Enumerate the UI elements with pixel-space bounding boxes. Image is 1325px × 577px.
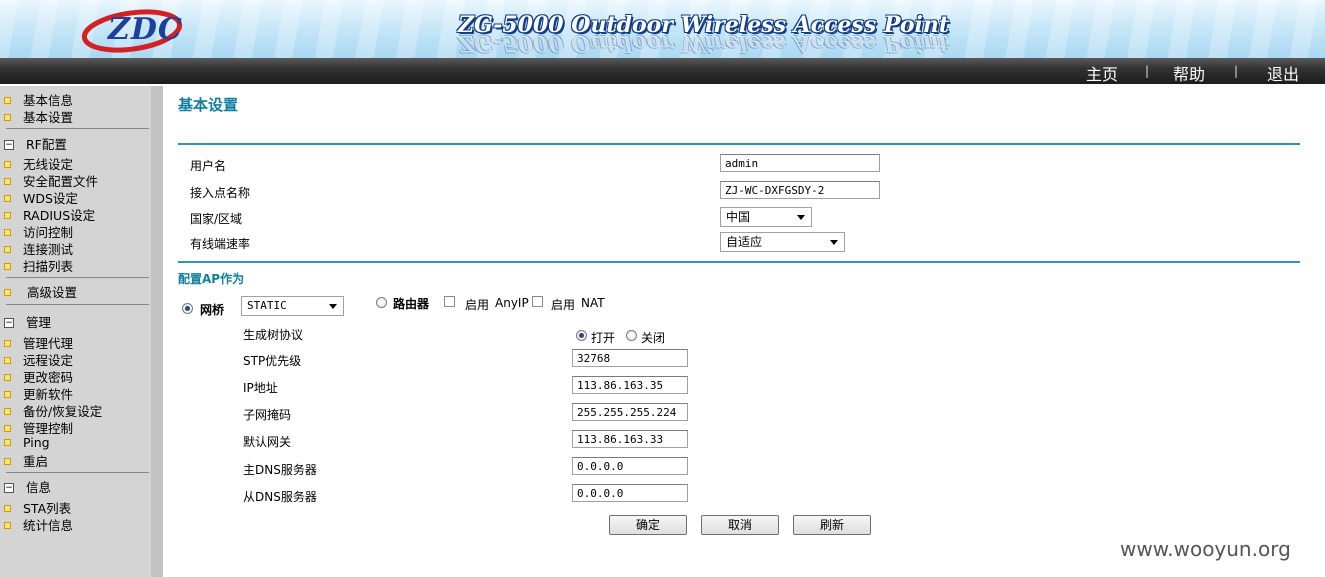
stp-off-radio[interactable] — [626, 330, 637, 341]
sidebar-item-scan-list[interactable]: 扫描列表 — [4, 256, 73, 275]
gateway-label: 默认网关 — [243, 435, 292, 449]
bullet-icon — [4, 289, 11, 296]
collapse-icon: − — [4, 317, 14, 328]
sidebar-divider — [6, 128, 149, 129]
bullet-icon — [4, 391, 11, 398]
ap-name-input[interactable]: ZJ-WC-DXFGSDY-2 — [720, 181, 880, 199]
country-select[interactable]: 中国 — [720, 207, 812, 227]
bullet-icon — [4, 505, 11, 512]
wired-rate-select[interactable]: 自适应 — [720, 232, 845, 252]
nat-label: NAT — [581, 296, 605, 310]
router-label: 路由器 — [393, 297, 430, 311]
section-divider — [178, 143, 1300, 145]
enable-label: 启用 — [465, 298, 490, 312]
header-banner: ZDC ZG-5000 Outdoor Wireless Access Poin… — [0, 0, 1325, 58]
enable-label: 启用 — [551, 298, 576, 312]
country-label: 国家/区域 — [190, 212, 243, 226]
username-label: 用户名 — [190, 159, 227, 173]
chevron-down-icon — [797, 215, 805, 220]
anyip-label: AnyIP — [495, 296, 529, 310]
ip-input[interactable]: 113.86.163.35 — [572, 376, 688, 394]
chevron-down-icon — [329, 304, 337, 309]
bullet-icon — [4, 263, 11, 270]
zdc-logo: ZDC — [80, 5, 200, 53]
sidebar-divider — [6, 277, 149, 278]
bullet-icon — [4, 408, 11, 415]
bridge-label: 网桥 — [200, 303, 225, 317]
bullet-icon — [4, 357, 11, 364]
nav-separator: | — [1145, 64, 1150, 78]
bridge-radio[interactable] — [182, 303, 193, 314]
stp-priority-label: STP优先级 — [243, 354, 302, 368]
sidebar-group-rf[interactable]: − RF配置 — [4, 134, 67, 153]
logo-text: ZDC — [108, 12, 183, 47]
gateway-input[interactable]: 113.86.163.33 — [572, 430, 688, 448]
anyip-checkbox[interactable] — [444, 296, 455, 307]
sidebar-divider — [6, 472, 149, 473]
refresh-button[interactable]: 刷新 — [793, 515, 871, 535]
nat-checkbox[interactable] — [532, 296, 543, 307]
bullet-icon — [4, 195, 11, 202]
collapse-icon: − — [4, 482, 14, 493]
dns1-label: 主DNS服务器 — [243, 463, 317, 477]
bullet-icon — [4, 114, 11, 121]
nav-home-link[interactable]: 主页 — [1086, 61, 1118, 85]
bullet-icon — [4, 425, 11, 432]
stp-on-radio[interactable] — [576, 330, 587, 341]
chevron-down-icon — [830, 240, 838, 245]
page-title: 基本设置 — [178, 96, 239, 114]
sidebar-group-manage[interactable]: − 管理 — [4, 312, 51, 331]
nav-logout-link[interactable]: 退出 — [1267, 61, 1299, 85]
bullet-icon — [4, 246, 11, 253]
bridge-mode-select[interactable]: STATIC — [241, 296, 344, 316]
stp-off-label: 关闭 — [641, 331, 666, 345]
sidebar-item-ping[interactable]: Ping — [4, 435, 50, 450]
stp-priority-input[interactable]: 32768 — [572, 349, 688, 367]
bullet-icon — [4, 522, 11, 529]
product-title-reflection: ZG-5000 Outdoor Wireless Access Point — [458, 30, 950, 56]
dns1-input[interactable]: 0.0.0.0 — [572, 457, 688, 475]
ip-label: IP地址 — [243, 381, 278, 395]
bullet-icon — [4, 374, 11, 381]
mask-label: 子网掩码 — [243, 408, 292, 422]
sidebar: 基本信息 基本设置 − RF配置 无线设定 安全配置文件 WDS设定 RADIUS… — [0, 86, 163, 577]
sidebar-item-reboot[interactable]: 重启 — [4, 451, 48, 470]
sidebar-divider — [6, 304, 149, 305]
bullet-icon — [4, 178, 11, 185]
collapse-icon: − — [4, 139, 14, 150]
stp-label: 生成树协议 — [243, 328, 304, 342]
cancel-button[interactable]: 取消 — [701, 515, 779, 535]
wired-rate-label: 有线端速率 — [190, 237, 251, 251]
section-divider — [178, 261, 1300, 263]
mask-input[interactable]: 255.255.255.224 — [572, 403, 688, 421]
sidebar-scroll-strip — [151, 86, 163, 577]
sidebar-item-statistics[interactable]: 统计信息 — [4, 515, 73, 534]
nav-help-link[interactable]: 帮助 — [1173, 61, 1205, 85]
bullet-icon — [4, 97, 11, 104]
top-navbar: 主页 | 帮助 | 退出 — [0, 58, 1325, 84]
bullet-icon — [4, 161, 11, 168]
username-input[interactable]: admin — [720, 154, 880, 172]
bullet-icon — [4, 439, 11, 446]
sidebar-item-advanced[interactable]: 高级设置 — [4, 282, 77, 301]
router-radio[interactable] — [376, 297, 387, 308]
stp-on-label: 打开 — [591, 331, 616, 345]
bullet-icon — [4, 212, 11, 219]
ap-mode-section-label: 配置AP作为 — [178, 272, 245, 286]
dns2-label: 从DNS服务器 — [243, 490, 317, 504]
sidebar-group-info[interactable]: − 信息 — [4, 477, 51, 496]
dns2-input[interactable]: 0.0.0.0 — [572, 484, 688, 502]
ok-button[interactable]: 确定 — [609, 515, 687, 535]
sidebar-item-basic-settings[interactable]: 基本设置 — [4, 107, 73, 126]
nav-separator: | — [1234, 64, 1239, 78]
watermark: www.wooyun.org — [1120, 537, 1291, 561]
ap-name-label: 接入点名称 — [190, 186, 251, 200]
bullet-icon — [4, 229, 11, 236]
bullet-icon — [4, 458, 11, 465]
bullet-icon — [4, 340, 11, 347]
